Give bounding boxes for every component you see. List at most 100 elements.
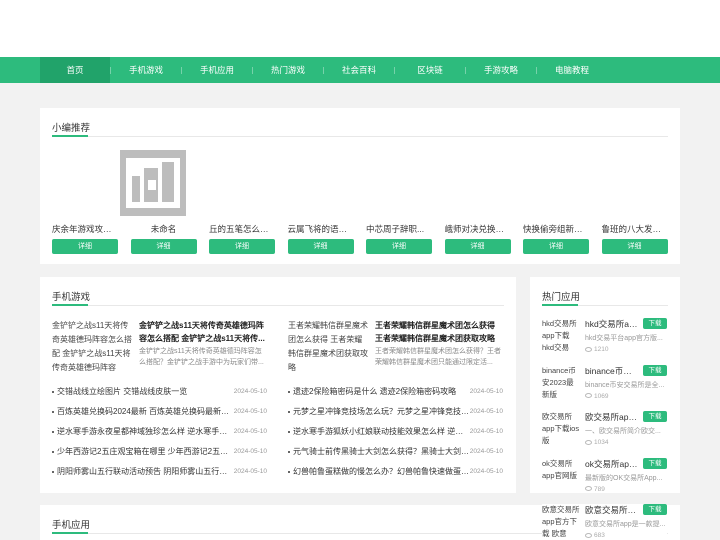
top-header: [0, 0, 720, 57]
bullet-icon: [288, 431, 290, 433]
news-date: 2024-05-10: [233, 448, 267, 455]
news-item[interactable]: 幻兽帕鲁蛋糕做的慢怎么办？幻兽帕鲁快速做蛋糕方法 2024-05-10: [288, 465, 503, 479]
divider: [542, 304, 668, 306]
main-nav: 首页 手机游戏 手机应用 热门游戏 社会百科 区块链 手游攻略 电脑教程: [0, 57, 720, 83]
nav-divider: [252, 67, 253, 74]
detail-button[interactable]: 详细: [130, 239, 197, 254]
news-item[interactable]: 交错战线立绘图片 交错战线皮肤一览 2024-05-10: [52, 385, 267, 399]
app-title[interactable]: hkd交易所app...: [585, 318, 640, 330]
mobile-games-title: 手机游戏: [52, 292, 91, 303]
app-image-alt[interactable]: 欧意交易所app官方下载 欧意: [542, 504, 580, 540]
featured-title[interactable]: 王者荣耀韩信群星魔术团怎么获得 王者荣耀韩信群星魔术团获取攻略: [375, 319, 503, 345]
recommend-name[interactable]: 快换偷旁组新字...: [523, 223, 589, 235]
view-count: 1210: [594, 346, 609, 353]
app-image-alt[interactable]: 欧交易所app下载ios版: [542, 411, 580, 454]
divider: [52, 304, 504, 306]
featured-image-alt[interactable]: 王者荣耀韩信群星魔术团怎么获得 王者荣耀韩信群星魔术团获取攻略: [288, 319, 368, 375]
app-image-alt[interactable]: hkd交易所app下载 hkd交易: [542, 318, 580, 361]
nav-item[interactable]: 手机应用: [182, 57, 252, 83]
app-title[interactable]: binance币安2...: [585, 365, 640, 377]
app-title[interactable]: 欧交易所app...: [585, 411, 640, 423]
recommend-name[interactable]: 峨师对决兑换码...: [445, 223, 511, 235]
app-desc: 最新版的OK交易所App...: [585, 474, 663, 482]
detail-button[interactable]: 详细: [52, 239, 118, 254]
download-button[interactable]: 下载: [643, 411, 667, 422]
featured-image-alt[interactable]: 金铲铲之战s11天将传奇英雄德玛阵容怎么搭配 金铲铲之战s11天将传奇英雄德玛阵…: [52, 319, 132, 375]
news-title[interactable]: 少年西游记2五庄观宝箱在哪里 少年西游记2五庄观宝箱: [57, 445, 233, 459]
download-button[interactable]: 下载: [643, 318, 667, 329]
news-item[interactable]: 遗迹2保险箱密码是什么 遗迹2保险箱密码攻略 2024-05-10: [288, 385, 503, 399]
recommend-name[interactable]: 庆余年游戏攻略...: [52, 223, 118, 235]
recommend-name[interactable]: 云属飞将的语音...: [288, 223, 354, 235]
download-button[interactable]: 下载: [643, 364, 667, 376]
news-date: 2024-05-10: [233, 428, 267, 435]
app-views: 1210: [585, 346, 608, 353]
recommend-name[interactable]: 鲁班的八大发明...: [602, 223, 668, 235]
hot-app-item[interactable]: hkd交易所app下载 hkd交易 hkd交易所app... 下载 hkd交易平台ap…: [542, 318, 667, 361]
view-count: 1034: [594, 439, 609, 446]
news-item[interactable]: 阴阳师雾山五行联动活动预告 阴阳师雾山五行联动 2024-05-10: [52, 465, 267, 479]
detail-button[interactable]: 详细: [209, 239, 275, 254]
news-date: 2024-05-10: [469, 448, 503, 455]
news-title[interactable]: 元气骑士前传黑骑士大剑怎么获得？黑骑士大剑获取: [293, 445, 469, 459]
app-views: 683: [585, 532, 605, 539]
hot-app-item[interactable]: 欧交易所app下载ios版 欧交易所app... 下载 一、欧交易所简介欧交... 10…: [542, 411, 667, 454]
download-button[interactable]: 下载: [643, 504, 667, 515]
detail-button[interactable]: 详细: [601, 239, 668, 254]
app-image-alt[interactable]: ok交易所app官网版: [542, 458, 580, 501]
nav-item[interactable]: 手游攻略: [466, 57, 536, 83]
hot-app-item[interactable]: binance币安2023最新版 binance币安2... 下载 binance币安…: [542, 364, 667, 408]
detail-button[interactable]: 详细: [366, 239, 432, 254]
app-views: 789: [585, 486, 605, 493]
nav-item[interactable]: 社会百科: [324, 57, 394, 83]
news-title[interactable]: 遗迹2保险箱密码是什么 遗迹2保险箱密码攻略: [293, 385, 469, 399]
eye-icon: [585, 532, 592, 538]
featured-desc: 王者荣耀韩信群星魔术团怎么获得？王者荣耀韩信群星魔术团只能通过限定活...: [375, 348, 501, 366]
news-item[interactable]: 百炼英雄兑换码2024最新 百炼英雄兑换码最新2024 2024-05-10: [52, 405, 267, 419]
nav-item[interactable]: 首页: [40, 57, 110, 83]
app-desc: 欧意交易所app是一款提...: [585, 521, 666, 528]
nav-item[interactable]: 区块链: [395, 57, 465, 83]
news-item[interactable]: 逆水寒手游狐妖小红娘联动技能效果怎么样 逆水寒手 2024-05-10: [288, 425, 503, 439]
nav-item[interactable]: 手机游戏: [111, 57, 181, 83]
bullet-icon: [288, 451, 290, 453]
recommend-title: 小编推荐: [52, 123, 91, 134]
detail-button[interactable]: 详细: [523, 239, 589, 254]
detail-button[interactable]: 详细: [287, 239, 354, 254]
featured-article[interactable]: 金铲铲之战s11天将传奇英雄德玛阵容怎么搭配 金铲铲之战s11天将传奇英雄德玛阵…: [52, 319, 267, 375]
bullet-icon: [52, 431, 54, 433]
news-item[interactable]: 元气骑士前传黑骑士大剑怎么获得？黑骑士大剑获取 2024-05-10: [288, 445, 503, 459]
eye-icon: [585, 439, 592, 445]
news-title[interactable]: 交错战线立绘图片 交错战线皮肤一览: [57, 385, 233, 399]
nav-divider: [536, 67, 537, 74]
download-button[interactable]: 下载: [643, 457, 667, 469]
app-title[interactable]: ok交易所app...: [585, 458, 640, 470]
news-item[interactable]: 元梦之星冲锋竞技场怎么玩？元梦之星冲锋竞技场玩法 2024-05-10: [288, 405, 503, 419]
news-title[interactable]: 幻兽帕鲁蛋糕做的慢怎么办？幻兽帕鲁快速做蛋糕方法: [293, 465, 469, 479]
image-placeholder-icon[interactable]: [119, 150, 186, 216]
hot-app-item[interactable]: 欧意交易所app官方下载 欧意 欧意交易所ap... 下载欧意交易所app是一款提.…: [542, 504, 667, 540]
nav-divider: [110, 67, 111, 74]
news-title[interactable]: 百炼英雄兑换码2024最新 百炼英雄兑换码最新2024: [57, 405, 233, 419]
news-title[interactable]: 元梦之星冲锋竞技场怎么玩？元梦之星冲锋竞技场玩法: [293, 405, 469, 419]
nav-item[interactable]: 热门游戏: [253, 57, 323, 83]
bullet-icon: [52, 391, 54, 393]
app-title[interactable]: 欧意交易所ap...: [585, 504, 640, 516]
recommend-name[interactable]: 丘的五笔怎么打...: [209, 223, 275, 235]
news-title[interactable]: 逆水寒手游狐妖小红娘联动技能效果怎么样 逆水寒手: [293, 425, 469, 439]
bullet-icon: [288, 471, 290, 473]
detail-button[interactable]: 详细: [444, 239, 511, 254]
hot-app-item[interactable]: ok交易所app官网版 ok交易所app... 下载最新版的OK交易所App... 7…: [542, 457, 667, 501]
app-image-alt[interactable]: binance币安2023最新版: [542, 365, 580, 408]
nav-item[interactable]: 电脑教程: [537, 57, 607, 83]
featured-article[interactable]: 王者荣耀韩信群星魔术团怎么获得 王者荣耀韩信群星魔术团获取攻略 王者荣耀韩信群星…: [288, 319, 503, 375]
news-title[interactable]: 逆水寒手游永夜星都神域独珍怎么样 逆水寒手游永夜: [57, 425, 233, 439]
recommend-name[interactable]: 未命名: [131, 223, 197, 235]
news-title[interactable]: 阴阳师雾山五行联动活动预告 阴阳师雾山五行联动: [57, 465, 233, 479]
view-count: 683: [594, 532, 605, 539]
news-item[interactable]: 逆水寒手游永夜星都神域独珍怎么样 逆水寒手游永夜 2024-05-10: [52, 425, 267, 439]
featured-title[interactable]: 金铲铲之战s11天将传奇英雄德玛阵容怎么搭配 金铲铲之战s11天将传...: [139, 319, 267, 345]
app-views: 1034: [585, 439, 608, 446]
recommend-name[interactable]: 中芯周子辞职...: [366, 223, 432, 235]
news-item[interactable]: 少年西游记2五庄观宝箱在哪里 少年西游记2五庄观宝箱 2024-05-10: [52, 445, 267, 459]
